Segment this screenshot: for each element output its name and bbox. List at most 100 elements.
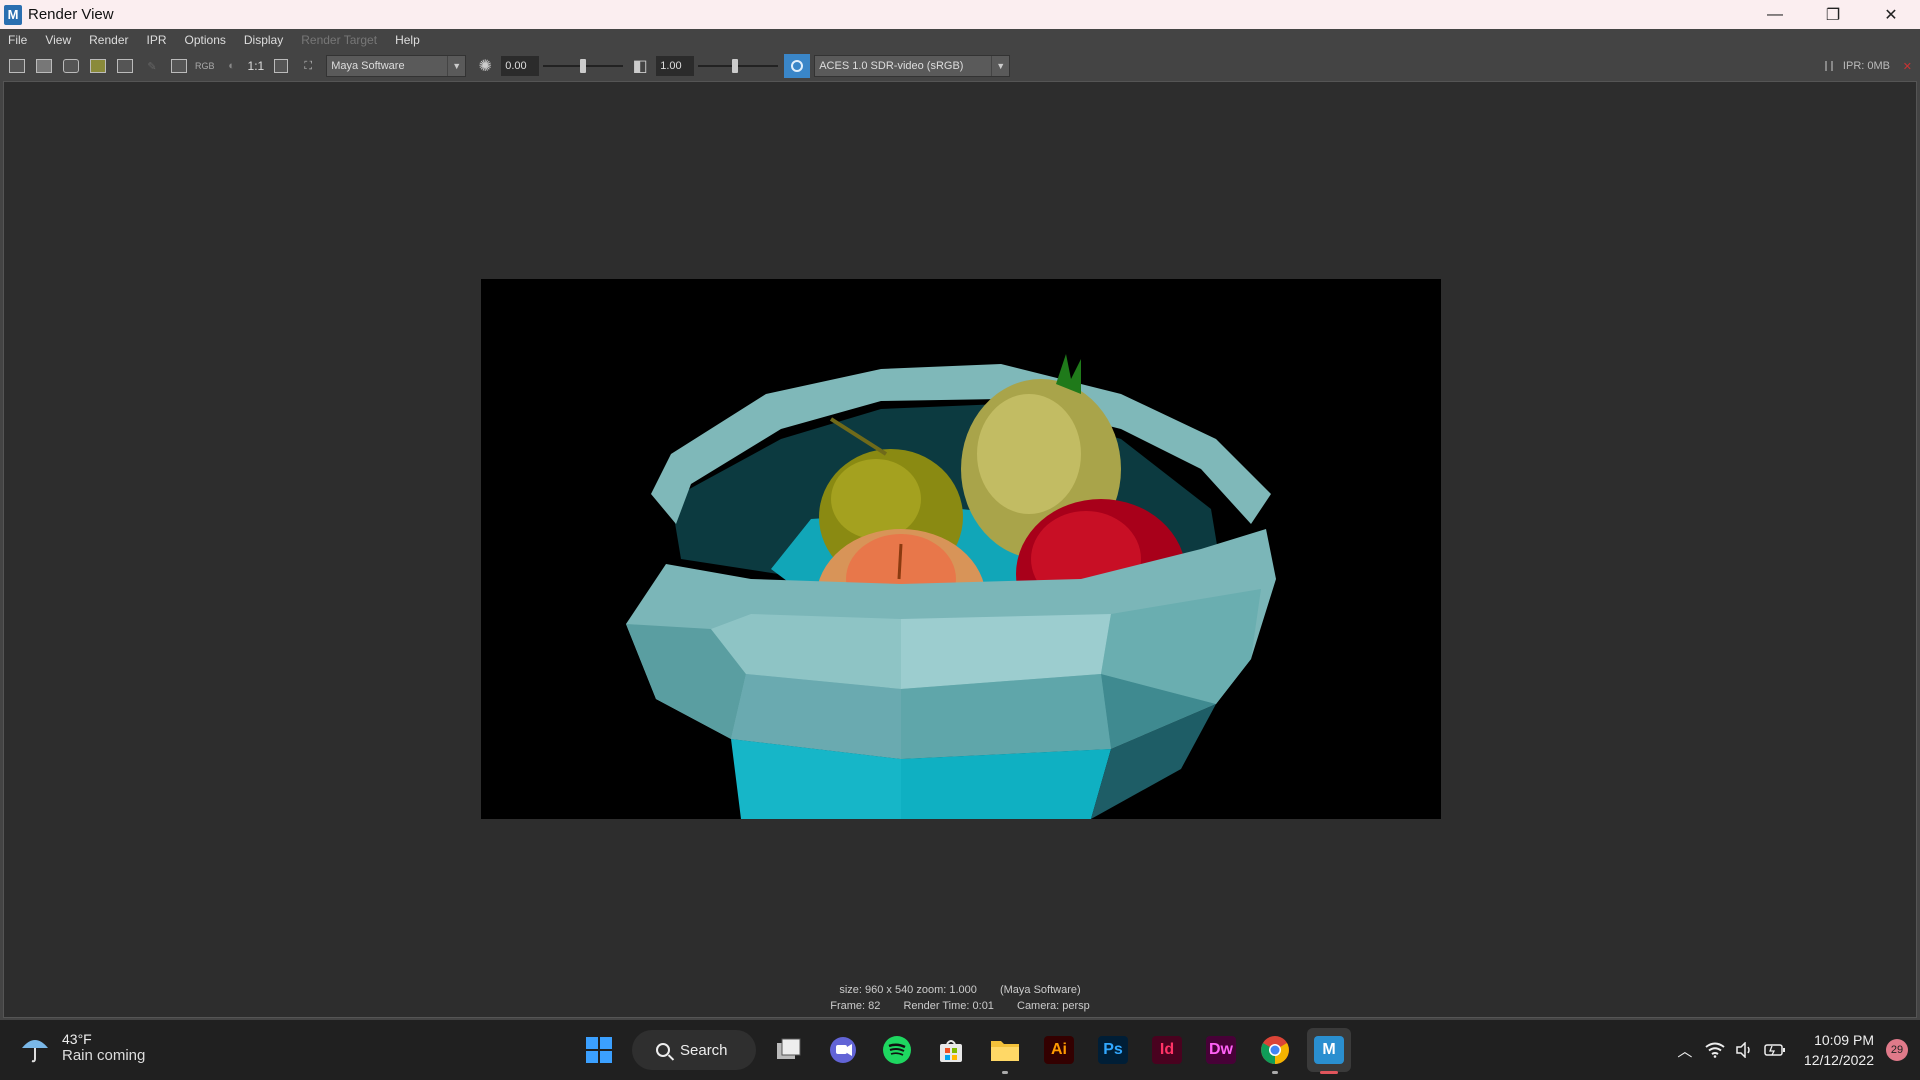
render-toolbar: ✎ RGB ◐ 1:1 ⛶ Maya Software ▼ ✺ 0.00 ◧ 1…	[0, 51, 1920, 81]
color-management-icon[interactable]	[784, 54, 811, 78]
chat-icon	[830, 1037, 856, 1063]
one-to-one-button[interactable]: 1:1	[248, 59, 265, 73]
store-icon	[940, 1040, 962, 1062]
renderer-dropdown[interactable]: Maya Software ▼	[326, 55, 467, 77]
ipr-stop-icon[interactable]: ✕	[1903, 60, 1912, 73]
clear-image-icon[interactable]: ⛶	[297, 55, 319, 77]
teams-chat-button[interactable]	[821, 1028, 865, 1072]
gamma-slider-thumb[interactable]	[731, 59, 738, 73]
render-time-info: Render Time: 0:01	[903, 1000, 994, 1012]
menu-help[interactable]: Help	[393, 31, 422, 49]
store-button[interactable]	[929, 1028, 973, 1072]
camera-info: Camera: persp	[1017, 1000, 1090, 1012]
weather-widget[interactable]: 43°F Rain coming	[18, 1030, 145, 1064]
exposure-slider-thumb[interactable]	[580, 59, 587, 73]
taskbar-search[interactable]: Search	[632, 1030, 756, 1070]
illustrator-button[interactable]: Ai	[1037, 1028, 1081, 1072]
menu-options[interactable]: Options	[183, 31, 228, 49]
menu-display[interactable]: Display	[242, 31, 285, 49]
title-bar: M Render View — ❐ ✕	[0, 0, 1920, 29]
menu-render-target: Render Target	[301, 33, 378, 47]
spotify-button[interactable]	[875, 1028, 919, 1072]
frame-info: Frame: 82	[830, 1000, 881, 1012]
dreamweaver-icon: Dw	[1206, 1036, 1236, 1064]
frame-all-icon[interactable]	[270, 55, 292, 77]
ipr-memory-label: IPR: 0MB	[1842, 60, 1890, 72]
alpha-channel-icon[interactable]: ◐	[221, 55, 243, 77]
search-label: Search	[680, 1041, 728, 1059]
start-button[interactable]	[577, 1028, 621, 1072]
clock[interactable]: 10:09 PM 12/12/2022	[1804, 1030, 1874, 1070]
minimize-button[interactable]: —	[1746, 0, 1804, 29]
menu-ipr[interactable]: IPR	[145, 31, 169, 49]
chrome-button[interactable]	[1253, 1028, 1297, 1074]
renderer-info: (Maya Software)	[999, 984, 1081, 996]
notification-badge[interactable]: 29	[1886, 1039, 1908, 1061]
fruit-bowl-render	[481, 279, 1441, 819]
volume-icon[interactable]	[1730, 1035, 1760, 1065]
battery-glyph	[1764, 1044, 1785, 1056]
exposure-slider[interactable]	[543, 56, 624, 76]
maya-button[interactable]: M	[1307, 1028, 1351, 1074]
gamma-field[interactable]: 1.00	[656, 56, 695, 76]
rgb-channel-toggle[interactable]: RGB	[195, 61, 215, 71]
dreamweaver-button[interactable]: Dw	[1199, 1028, 1243, 1072]
taskbar-apps: Search Ai Ps Id Dw M	[572, 1028, 1356, 1074]
search-icon	[656, 1043, 670, 1057]
ipr-render-icon[interactable]	[87, 55, 109, 77]
remove-image-icon[interactable]	[168, 55, 190, 77]
rendered-image	[481, 279, 1441, 819]
exposure-icon: ✺	[478, 58, 492, 75]
system-tray: ︿ 10:09 PM 12/12/2022 29	[1670, 1020, 1920, 1080]
snapshot-icon[interactable]	[60, 55, 82, 77]
wifi-icon[interactable]	[1700, 1035, 1730, 1065]
keep-image-icon[interactable]: ✎	[141, 55, 163, 77]
renderer-selected: Maya Software	[331, 60, 405, 72]
window-title: Render View	[28, 6, 114, 23]
photoshop-button[interactable]: Ps	[1091, 1028, 1135, 1072]
menu-file[interactable]: File	[6, 31, 29, 49]
indesign-icon: Id	[1152, 1036, 1182, 1064]
gamma-icon: ◧	[632, 58, 648, 75]
windows-icon	[586, 1037, 612, 1063]
wifi-glyph	[1705, 1042, 1725, 1058]
view-transform-selected: ACES 1.0 SDR-video (sRGB)	[819, 60, 964, 72]
gamma-slider-track	[698, 65, 779, 67]
chevron-up-icon[interactable]: ︿	[1670, 1035, 1700, 1065]
render-viewport[interactable]: size: 960 x 540 zoom: 1.000 (Maya Softwa…	[3, 81, 1917, 1018]
size-zoom-info: size: 960 x 540 zoom: 1.000	[839, 984, 977, 996]
gamma-slider[interactable]	[698, 56, 779, 76]
menu-render[interactable]: Render	[87, 31, 130, 49]
clock-date: 12/12/2022	[1803, 1052, 1874, 1068]
illustrator-icon: Ai	[1044, 1036, 1074, 1064]
chevron-down-icon: ▼	[991, 56, 1009, 76]
running-indicator	[1272, 1071, 1278, 1074]
restore-button[interactable]: ❐	[1804, 0, 1862, 29]
indesign-button[interactable]: Id	[1145, 1028, 1189, 1072]
maya-icon: M	[1314, 1036, 1344, 1064]
close-button[interactable]: ✕	[1862, 0, 1920, 29]
task-view-button[interactable]	[767, 1028, 811, 1072]
photoshop-icon: Ps	[1098, 1036, 1128, 1064]
task-view-icon	[777, 1038, 801, 1059]
weather-desc: Rain coming	[62, 1046, 146, 1064]
battery-icon[interactable]	[1760, 1035, 1790, 1065]
redo-render-icon[interactable]	[6, 55, 28, 77]
window-controls: — ❐ ✕	[1746, 0, 1920, 29]
ipr-memory-status: IPR: 0MB	[1824, 51, 1890, 81]
render-info-line-1: size: 960 x 540 zoom: 1.000 (Maya Softwa…	[4, 984, 1916, 996]
ipr-refresh-icon[interactable]	[114, 55, 136, 77]
clock-time: 10:09 PM	[1814, 1032, 1874, 1048]
menu-view[interactable]: View	[43, 31, 73, 49]
active-indicator	[1320, 1071, 1338, 1074]
running-indicator	[1002, 1071, 1008, 1074]
exposure-field[interactable]: 0.00	[501, 56, 540, 76]
view-transform-dropdown[interactable]: ACES 1.0 SDR-video (sRGB) ▼	[814, 55, 1011, 77]
render-info-line-2: Frame: 82 Render Time: 0:01 Camera: pers…	[4, 1000, 1916, 1012]
spotify-icon	[883, 1036, 911, 1064]
pause-ipr-icon[interactable]	[1824, 61, 1833, 71]
file-explorer-button[interactable]	[983, 1028, 1027, 1074]
menu-bar: File View Render IPR Options Display Ren…	[0, 29, 1920, 51]
rain-umbrella-icon	[22, 1040, 48, 1063]
render-region-icon[interactable]	[33, 55, 55, 77]
